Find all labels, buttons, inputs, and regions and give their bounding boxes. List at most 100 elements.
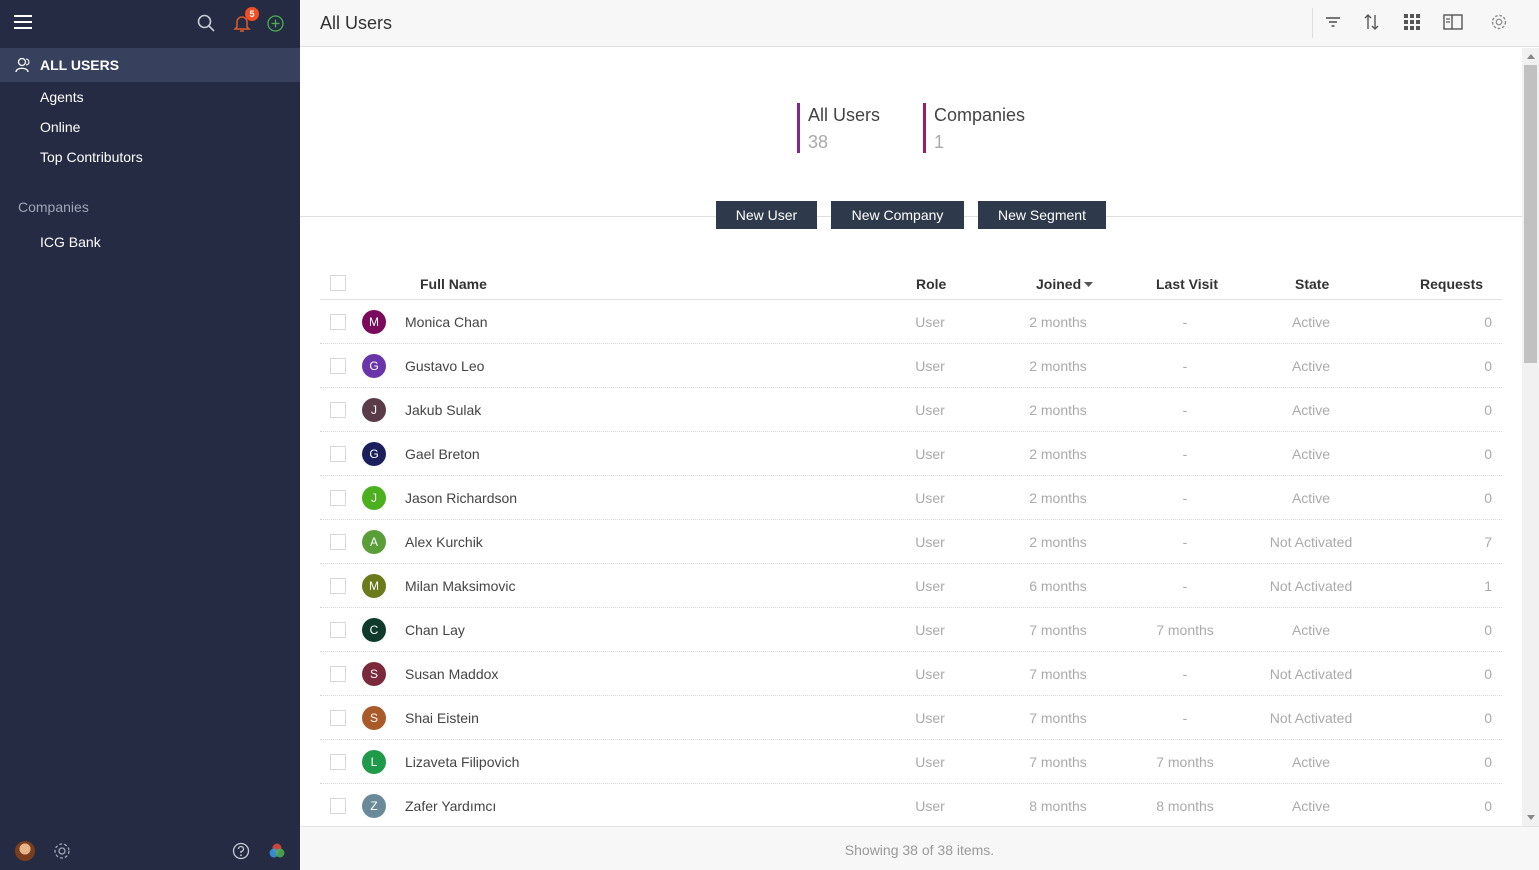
user-state: Not Activated <box>1269 534 1353 550</box>
user-avatar[interactable] <box>15 841 35 861</box>
sort-icon[interactable] <box>1363 13 1381 31</box>
avatar: J <box>362 486 386 510</box>
table-row[interactable]: S Susan Maddox User 7 months - Not Activated 0 <box>320 652 1502 696</box>
user-state: Active <box>1291 358 1331 374</box>
user-requests: 0 <box>1484 446 1492 462</box>
sidebar-item-online[interactable]: Online <box>40 119 80 135</box>
avatar: M <box>362 310 386 334</box>
user-role: User <box>915 798 945 814</box>
user-role: User <box>915 314 945 330</box>
user-last-visit: 7 months <box>1156 754 1214 770</box>
scroll-down-arrow[interactable] <box>1527 815 1535 820</box>
user-last-visit: - <box>1182 358 1188 374</box>
add-icon[interactable] <box>267 15 284 32</box>
pagination-status: Showing 38 of 38 items. <box>844 842 995 858</box>
menu-icon[interactable] <box>14 15 32 29</box>
search-icon[interactable] <box>197 14 215 32</box>
table-row[interactable]: C Chan Lay User 7 months 7 months Active 0 <box>320 608 1502 652</box>
column-joined[interactable]: Joined <box>1036 276 1081 292</box>
user-last-visit: 7 months <box>1156 622 1214 638</box>
sidebar-item-agents[interactable]: Agents <box>40 89 84 105</box>
scroll-up-arrow[interactable] <box>1527 54 1535 59</box>
stat-label: All Users <box>808 105 881 125</box>
table-row[interactable]: S Shai Eistein User 7 months - Not Activated 0 <box>320 696 1502 740</box>
page-footer: Showing 38 of 38 items. <box>300 826 1539 870</box>
user-name[interactable]: Shai Eistein <box>405 710 479 726</box>
user-requests: 0 <box>1484 798 1492 814</box>
avatar: J <box>362 398 386 422</box>
user-joined: 2 months <box>1029 534 1087 550</box>
new-user-button[interactable]: New User <box>716 201 817 229</box>
user-name[interactable]: Gustavo Leo <box>405 358 484 374</box>
table-row[interactable]: G Gael Breton User 2 months - Active 0 <box>320 432 1502 476</box>
sidebar-item-company[interactable]: ICG Bank <box>40 234 101 250</box>
split-view-icon[interactable] <box>1443 13 1463 31</box>
row-checkbox[interactable] <box>330 402 346 418</box>
row-checkbox[interactable] <box>330 710 346 726</box>
user-requests: 0 <box>1484 754 1492 770</box>
row-checkbox[interactable] <box>330 622 346 638</box>
row-checkbox[interactable] <box>330 578 346 594</box>
user-role: User <box>915 622 945 638</box>
column-state[interactable]: State <box>1295 276 1329 292</box>
table-row[interactable]: Z Zafer Yardımcı User 8 months 8 months Activ… <box>320 784 1502 826</box>
table-row[interactable]: M Monica Chan User 2 months - Active 0 <box>320 300 1502 344</box>
row-checkbox[interactable] <box>330 798 346 814</box>
avatar: S <box>362 706 386 730</box>
new-segment-button[interactable]: New Segment <box>978 201 1106 229</box>
gear-icon[interactable] <box>53 842 71 860</box>
row-checkbox[interactable] <box>330 358 346 374</box>
scrollbar-thumb[interactable] <box>1524 65 1537 363</box>
user-role: User <box>915 578 945 594</box>
table-row[interactable]: M Milan Maksimovic User 6 months - Not Activa… <box>320 564 1502 608</box>
user-name[interactable]: Zafer Yardımcı <box>405 798 496 814</box>
apps-icon[interactable] <box>268 842 286 860</box>
help-icon[interactable] <box>232 842 250 860</box>
settings-icon[interactable] <box>1490 13 1508 31</box>
user-state: Active <box>1291 622 1331 638</box>
stat-companies[interactable]: Companies 1 <box>923 103 1025 153</box>
row-checkbox[interactable] <box>330 754 346 770</box>
row-checkbox[interactable] <box>330 446 346 462</box>
user-name[interactable]: Chan Lay <box>405 622 465 638</box>
table-row[interactable]: G Gustavo Leo User 2 months - Active 0 <box>320 344 1502 388</box>
column-last-visit[interactable]: Last Visit <box>1156 276 1218 292</box>
table-row[interactable]: J Jason Richardson User 2 months - Active 0 <box>320 476 1502 520</box>
header-divider <box>1312 8 1313 38</box>
row-checkbox[interactable] <box>330 666 346 682</box>
avatar: A <box>362 530 386 554</box>
user-name[interactable]: Monica Chan <box>405 314 488 330</box>
new-company-button[interactable]: New Company <box>831 201 964 229</box>
user-role: User <box>915 402 945 418</box>
stat-value: 1 <box>934 132 945 152</box>
user-joined: 2 months <box>1029 446 1087 462</box>
user-name[interactable]: Gael Breton <box>405 446 480 462</box>
user-requests: 0 <box>1484 402 1492 418</box>
row-checkbox[interactable] <box>330 534 346 550</box>
column-role[interactable]: Role <box>916 276 946 292</box>
grid-view-icon[interactable] <box>1403 13 1421 31</box>
main-content: All Users 38 Companies 1 New User New Co… <box>300 48 1522 826</box>
user-name[interactable]: Susan Maddox <box>405 666 498 682</box>
select-all-checkbox[interactable] <box>330 275 346 291</box>
user-name[interactable]: Lizaveta Filipovich <box>405 754 519 770</box>
row-checkbox[interactable] <box>330 314 346 330</box>
user-name[interactable]: Milan Maksimovic <box>405 578 515 594</box>
sort-desc-icon[interactable] <box>1084 282 1093 288</box>
row-checkbox[interactable] <box>330 490 346 506</box>
user-name[interactable]: Alex Kurchik <box>405 534 483 550</box>
sidebar-item-top-contributors[interactable]: Top Contributors <box>40 149 143 165</box>
table-row[interactable]: L Lizaveta Filipovich User 7 months 7 months… <box>320 740 1502 784</box>
column-full-name[interactable]: Full Name <box>420 276 487 292</box>
table-row[interactable]: A Alex Kurchik User 2 months - Not Activated 7 <box>320 520 1502 564</box>
table-row[interactable]: J Jakub Sulak User 2 months - Active 0 <box>320 388 1502 432</box>
user-requests: 0 <box>1484 710 1492 726</box>
user-name[interactable]: Jason Richardson <box>405 490 517 506</box>
user-state: Active <box>1291 402 1331 418</box>
filter-icon[interactable] <box>1324 13 1342 31</box>
user-name[interactable]: Jakub Sulak <box>405 402 481 418</box>
scrollbar[interactable] <box>1522 48 1539 826</box>
sidebar-item-all-users[interactable]: ALL USERS <box>0 48 300 82</box>
stat-all-users[interactable]: All Users 38 <box>797 103 880 153</box>
column-requests[interactable]: Requests <box>1420 276 1483 292</box>
